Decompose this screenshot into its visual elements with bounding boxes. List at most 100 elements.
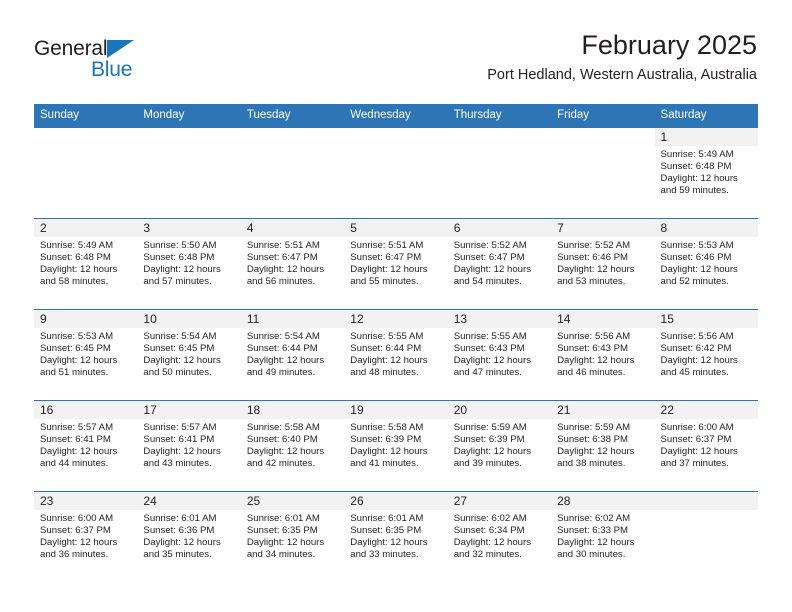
day-cell[interactable]: 1 Sunrise: 5:49 AM Sunset: 6:48 PM Daylight… bbox=[654, 127, 758, 218]
day-cell-blank bbox=[137, 127, 241, 218]
day-cell-blank bbox=[344, 127, 448, 218]
logo-text-blue: Blue bbox=[91, 58, 133, 81]
daylight-text-line1: Daylight: 12 hours bbox=[40, 445, 118, 457]
calendar-cell-blank bbox=[551, 127, 655, 219]
day-details: Sunrise: 6:01 AM Sunset: 6:36 PM Daylight:… bbox=[137, 510, 240, 561]
sunset-text: Sunset: 6:44 PM bbox=[350, 342, 422, 354]
weekday-header-wednesday: Wednesday bbox=[344, 104, 448, 128]
sunrise-text: Sunrise: 6:02 AM bbox=[453, 512, 527, 524]
day-cell[interactable]: 15 Sunrise: 5:56 AM Sunset: 6:42 PM Dayligh… bbox=[654, 309, 758, 400]
calendar-cell-day: 2 Sunrise: 5:49 AM Sunset: 6:48 PM Daylight… bbox=[34, 217, 138, 310]
day-number: 19 bbox=[344, 400, 448, 419]
sunset-text: Sunset: 6:48 PM bbox=[660, 160, 732, 172]
sunrise-text: Sunrise: 5:56 AM bbox=[660, 330, 734, 342]
day-cell[interactable]: 19 Sunrise: 5:58 AM Sunset: 6:39 PM Dayligh… bbox=[344, 400, 448, 491]
sunrise-text: Sunrise: 5:58 AM bbox=[350, 421, 424, 433]
day-number: 10 bbox=[137, 309, 241, 328]
day-number: 13 bbox=[447, 309, 552, 328]
day-cell[interactable]: 9 Sunrise: 5:53 AM Sunset: 6:45 PM Daylight… bbox=[34, 309, 138, 400]
daylight-text-line2: and 34 minutes. bbox=[246, 548, 316, 560]
daylight-text-line1: Daylight: 12 hours bbox=[350, 354, 428, 366]
sunset-text: Sunset: 6:48 PM bbox=[143, 251, 215, 263]
day-number: 14 bbox=[551, 309, 655, 328]
day-cell[interactable]: 2 Sunrise: 5:49 AM Sunset: 6:48 PM Daylight… bbox=[34, 218, 138, 309]
sunset-text: Sunset: 6:35 PM bbox=[246, 524, 318, 536]
day-cell[interactable]: 24 Sunrise: 6:01 AM Sunset: 6:36 PM Dayligh… bbox=[137, 491, 241, 582]
day-cell[interactable]: 25 Sunrise: 6:01 AM Sunset: 6:35 PM Dayligh… bbox=[240, 491, 345, 582]
day-cell[interactable]: 12 Sunrise: 5:55 AM Sunset: 6:44 PM Dayligh… bbox=[344, 309, 448, 400]
calendar-cell-day: 26 Sunrise: 6:01 AM Sunset: 6:35 PM Dayligh… bbox=[344, 490, 448, 582]
sunset-text: Sunset: 6:34 PM bbox=[453, 524, 525, 536]
day-cell[interactable]: 14 Sunrise: 5:56 AM Sunset: 6:43 PM Dayligh… bbox=[551, 309, 655, 400]
day-cell[interactable]: 3 Sunrise: 5:50 AM Sunset: 6:48 PM Daylight… bbox=[137, 218, 241, 309]
sunset-text: Sunset: 6:41 PM bbox=[40, 433, 111, 445]
day-details: Sunrise: 5:55 AM Sunset: 6:43 PM Daylight:… bbox=[448, 328, 551, 379]
calendar-cell-day: 25 Sunrise: 6:01 AM Sunset: 6:35 PM Dayligh… bbox=[240, 490, 345, 582]
day-cell[interactable]: 7 Sunrise: 5:52 AM Sunset: 6:46 PM Daylight… bbox=[551, 218, 655, 309]
day-details: Sunrise: 5:53 AM Sunset: 6:45 PM Daylight:… bbox=[34, 328, 137, 379]
sunrise-text: Sunrise: 5:51 AM bbox=[246, 239, 320, 251]
calendar-week-row: 9 Sunrise: 5:53 AM Sunset: 6:45 PM Daylight… bbox=[34, 308, 758, 401]
daylight-text-line2: and 48 minutes. bbox=[350, 366, 419, 378]
day-details: Sunrise: 5:57 AM Sunset: 6:41 PM Daylight:… bbox=[137, 419, 240, 470]
day-cell[interactable]: 13 Sunrise: 5:55 AM Sunset: 6:43 PM Dayligh… bbox=[447, 309, 552, 400]
day-number: 23 bbox=[34, 491, 138, 510]
daylight-text-line1: Daylight: 12 hours bbox=[246, 536, 325, 548]
weekday-header-saturday: Saturday bbox=[654, 104, 758, 128]
day-cell[interactable]: 18 Sunrise: 5:58 AM Sunset: 6:40 PM Dayligh… bbox=[240, 400, 345, 491]
day-details: Sunrise: 5:50 AM Sunset: 6:48 PM Daylight:… bbox=[137, 237, 240, 288]
day-cell-blank bbox=[551, 127, 655, 218]
sunset-text: Sunset: 6:45 PM bbox=[143, 342, 215, 354]
calendar-cell-day: 19 Sunrise: 5:58 AM Sunset: 6:39 PM Dayligh… bbox=[344, 399, 448, 492]
calendar-cell-day: 23 Sunrise: 6:00 AM Sunset: 6:37 PM Dayligh… bbox=[34, 490, 138, 582]
day-cell[interactable]: 21 Sunrise: 5:59 AM Sunset: 6:38 PM Dayligh… bbox=[551, 400, 655, 491]
day-number bbox=[137, 127, 241, 146]
daylight-text-line1: Daylight: 12 hours bbox=[143, 263, 221, 275]
weekday-header-sunday: Sunday bbox=[34, 104, 138, 128]
day-cell[interactable]: 26 Sunrise: 6:01 AM Sunset: 6:35 PM Dayligh… bbox=[344, 491, 448, 582]
general-blue-logo[interactable]: General Blue bbox=[34, 38, 154, 84]
daylight-text-line1: Daylight: 12 hours bbox=[557, 354, 635, 366]
daylight-text-line2: and 35 minutes. bbox=[143, 548, 212, 560]
day-cell[interactable]: 28 Sunrise: 6:02 AM Sunset: 6:33 PM Dayligh… bbox=[551, 491, 655, 582]
day-cell[interactable]: 10 Sunrise: 5:54 AM Sunset: 6:45 PM Dayligh… bbox=[137, 309, 241, 400]
sunrise-text: Sunrise: 5:49 AM bbox=[40, 239, 114, 251]
day-number bbox=[344, 127, 448, 146]
day-details: Sunrise: 6:01 AM Sunset: 6:35 PM Daylight:… bbox=[344, 510, 447, 561]
day-number: 2 bbox=[34, 218, 138, 237]
daylight-text-line1: Daylight: 12 hours bbox=[660, 172, 738, 184]
sunset-text: Sunset: 6:47 PM bbox=[350, 251, 422, 263]
sunset-text: Sunset: 6:43 PM bbox=[453, 342, 525, 354]
day-cell[interactable]: 11 Sunrise: 5:54 AM Sunset: 6:44 PM Dayligh… bbox=[240, 309, 345, 400]
day-number: 20 bbox=[447, 400, 552, 419]
day-cell[interactable]: 23 Sunrise: 6:00 AM Sunset: 6:37 PM Dayligh… bbox=[34, 491, 138, 582]
day-details: Sunrise: 5:58 AM Sunset: 6:40 PM Daylight:… bbox=[241, 419, 344, 470]
sunrise-text: Sunrise: 5:52 AM bbox=[453, 239, 527, 251]
day-cell[interactable]: 16 Sunrise: 5:57 AM Sunset: 6:41 PM Dayligh… bbox=[34, 400, 138, 491]
calendar-cell-day: 15 Sunrise: 5:56 AM Sunset: 6:42 PM Dayligh… bbox=[654, 308, 758, 401]
day-details: Sunrise: 6:02 AM Sunset: 6:33 PM Daylight:… bbox=[551, 510, 654, 561]
day-number: 7 bbox=[551, 218, 655, 237]
calendar-cell-blank bbox=[137, 127, 241, 219]
daylight-text-line2: and 46 minutes. bbox=[557, 366, 626, 378]
day-cell[interactable]: 4 Sunrise: 5:51 AM Sunset: 6:47 PM Daylight… bbox=[240, 218, 345, 309]
day-cell[interactable]: 22 Sunrise: 6:00 AM Sunset: 6:37 PM Dayligh… bbox=[654, 400, 758, 491]
calendar-cell-day: 16 Sunrise: 5:57 AM Sunset: 6:41 PM Dayligh… bbox=[34, 399, 138, 492]
daylight-text-line2: and 47 minutes. bbox=[453, 366, 522, 378]
day-cell[interactable]: 6 Sunrise: 5:52 AM Sunset: 6:47 PM Daylight… bbox=[447, 218, 552, 309]
day-number: 21 bbox=[551, 400, 655, 419]
day-details: Sunrise: 5:59 AM Sunset: 6:38 PM Daylight:… bbox=[551, 419, 654, 470]
day-cell[interactable]: 8 Sunrise: 5:53 AM Sunset: 6:46 PM Daylight… bbox=[654, 218, 758, 309]
day-cell-blank bbox=[240, 127, 345, 218]
day-cell[interactable]: 17 Sunrise: 5:57 AM Sunset: 6:41 PM Dayligh… bbox=[137, 400, 241, 491]
daylight-text-line1: Daylight: 12 hours bbox=[557, 536, 635, 548]
day-details: Sunrise: 5:58 AM Sunset: 6:39 PM Daylight:… bbox=[344, 419, 447, 470]
calendar-cell-day: 20 Sunrise: 5:59 AM Sunset: 6:39 PM Dayligh… bbox=[447, 399, 552, 492]
day-cell[interactable]: 5 Sunrise: 5:51 AM Sunset: 6:47 PM Daylight… bbox=[344, 218, 448, 309]
calendar-cell-empty bbox=[654, 490, 758, 582]
sunrise-text: Sunrise: 5:50 AM bbox=[143, 239, 217, 251]
day-cell[interactable]: 20 Sunrise: 5:59 AM Sunset: 6:39 PM Dayligh… bbox=[447, 400, 552, 491]
sunrise-text: Sunrise: 6:01 AM bbox=[350, 512, 424, 524]
day-cell[interactable]: 27 Sunrise: 6:02 AM Sunset: 6:34 PM Dayligh… bbox=[447, 491, 552, 582]
day-details: Sunrise: 6:00 AM Sunset: 6:37 PM Daylight:… bbox=[655, 419, 758, 470]
